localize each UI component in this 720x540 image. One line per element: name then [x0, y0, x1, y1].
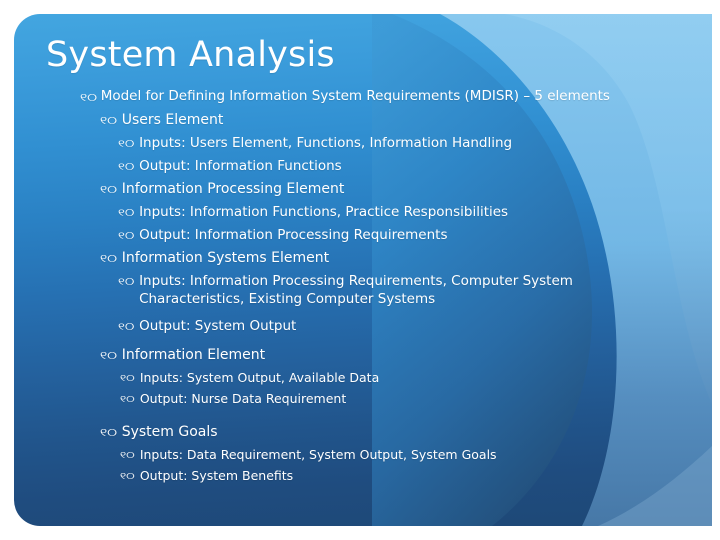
slide-body: System Analysis ୧୦ Model for Defining In… [14, 14, 712, 526]
bullet-text: Model for Defining Information System Re… [100, 88, 610, 104]
knot-bullet-icon: ୧୦ [100, 252, 118, 265]
knot-bullet-icon: ୧୦ [118, 138, 135, 150]
bullet-level3-goals-inputs: ୧୦ Inputs: Data Requirement, System Outp… [120, 447, 712, 463]
bullet-text: Inputs: Data Requirement, System Output,… [139, 446, 497, 462]
bullet-text: Inputs: Users Element, Functions, Inform… [139, 135, 513, 151]
knot-bullet-icon: ୧୦ [120, 449, 135, 461]
knot-bullet-icon: ୧୦ [120, 393, 135, 405]
bullet-text: Output: Information Processing Requireme… [139, 226, 448, 243]
knot-bullet-icon: ୧୦ [100, 114, 118, 127]
knot-bullet-icon: ୧୦ [100, 425, 118, 439]
knot-bullet-icon: ୧୦ [80, 91, 98, 104]
knot-bullet-icon: ୧୦ [100, 348, 118, 362]
bullet-text: Information Element [121, 346, 266, 363]
bullet-text: Inputs: Information Processing Requireme… [139, 273, 573, 307]
bullet-text: Inputs: Information Functions, Practice … [139, 204, 509, 220]
knot-bullet-icon: ୧୦ [118, 276, 135, 288]
bullet-level2-info-systems-element: ୧୦ Information Systems Element [100, 249, 712, 267]
bullet-level3-information-output: ୧୦ Output: Nurse Data Requirement [120, 391, 712, 407]
knot-bullet-icon: ୧୦ [118, 207, 135, 219]
bullet-level3-users-output: ୧୦ Output: Information Functions [118, 158, 712, 176]
slide-content-body: ୧୦ Model for Defining Information System… [14, 88, 712, 516]
knot-bullet-icon: ୧୦ [118, 160, 135, 173]
bullet-level2-information-element: ୧୦ Information Element [100, 346, 712, 364]
bullet-text: Information Systems Element [121, 250, 330, 266]
knot-bullet-icon: ୧୦ [118, 229, 135, 242]
bullet-level3-processing-output: ୧୦ Output: Information Processing Requir… [118, 227, 712, 245]
knot-bullet-icon: ୧୦ [118, 321, 135, 333]
bullet-text: Output: Nurse Data Requirement [139, 390, 347, 406]
knot-bullet-icon: ୧୦ [100, 183, 118, 196]
bullet-level2-users-element: ୧୦ Users Element [100, 111, 712, 129]
bullet-text: Output: System Output [139, 318, 297, 334]
bullet-level3-systems-inputs: ୧୦ Inputs: Information Processing Requir… [118, 273, 712, 308]
bullet-level3-users-inputs: ୧୦ Inputs: Users Element, Functions, Inf… [118, 135, 712, 153]
bullet-text: Output: Information Functions [139, 157, 342, 174]
bullet-text: Information Processing Element [121, 181, 345, 197]
bullet-text: Users Element [121, 112, 224, 128]
bullet-text: System Goals [121, 423, 218, 440]
bullet-level3-goals-output: ୧୦ Output: System Benefits [120, 468, 712, 484]
slide-title: System Analysis [46, 35, 335, 75]
bullet-level3-systems-output: ୧୦ Output: System Output [118, 318, 712, 336]
slide-frame: System Analysis ୧୦ Model for Defining In… [0, 0, 720, 540]
bullet-text: Inputs: System Output, Available Data [139, 369, 380, 385]
bullet-level3-information-inputs: ୧୦ Inputs: System Output, Available Data [120, 370, 712, 386]
bullet-text: Output: System Benefits [139, 467, 294, 483]
bullet-level3-processing-inputs: ୧୦ Inputs: Information Functions, Practi… [118, 204, 712, 222]
bullet-level2-system-goals: ୧୦ System Goals [100, 423, 712, 441]
knot-bullet-icon: ୧୦ [120, 470, 135, 482]
bullet-level2-info-processing-element: ୧୦ Information Processing Element [100, 180, 712, 198]
bullet-level1-mdisr: ୧୦ Model for Defining Information System… [80, 88, 712, 105]
knot-bullet-icon: ୧୦ [120, 372, 135, 384]
